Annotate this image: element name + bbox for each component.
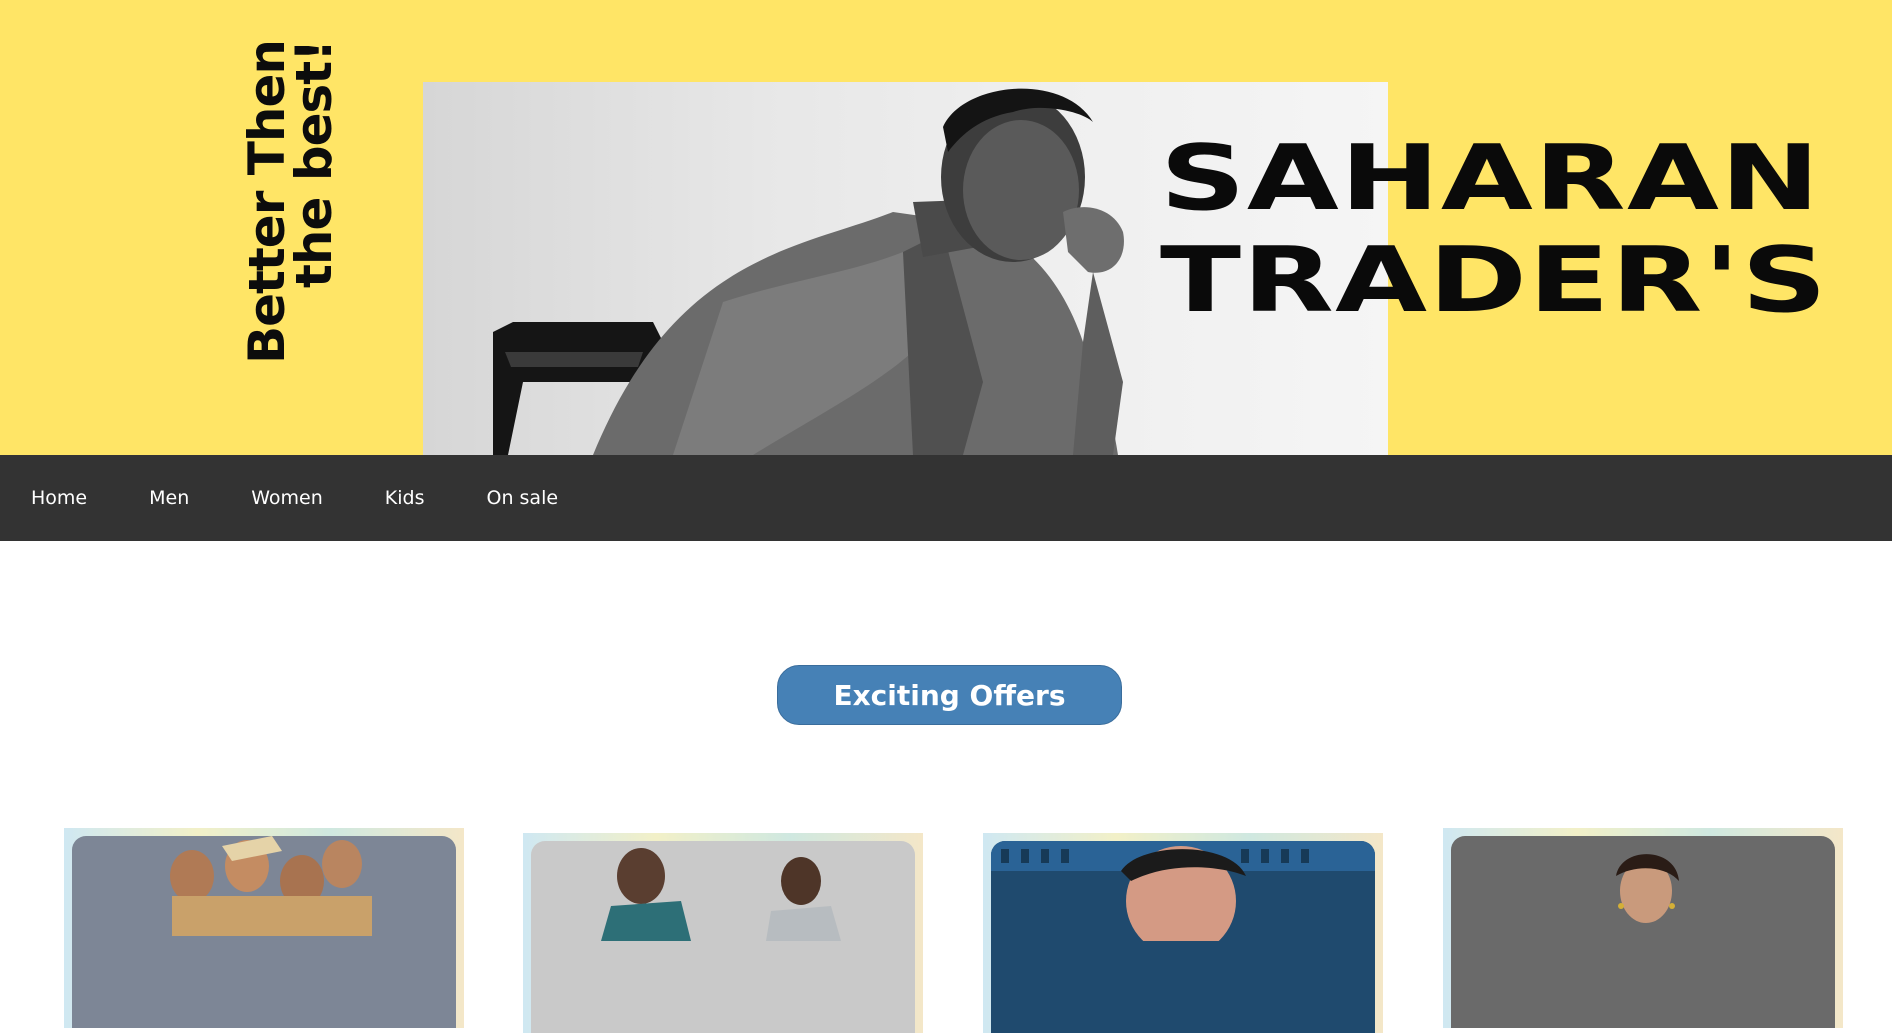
offer-card-3[interactable] [983, 833, 1383, 1033]
offer-card-image [991, 841, 1375, 1033]
brand-line-1: SAHARAN [1160, 126, 1821, 231]
offer-card-2[interactable] [523, 833, 923, 1033]
tagline: Better Then the best! [238, 40, 344, 380]
nav-item-women[interactable]: Women [251, 487, 323, 509]
brand-line-2: TRADER'S [1160, 228, 1829, 333]
hero-banner: Better Then the best! SAHARAN TRADER'S [0, 0, 1892, 455]
tagline-line-1: Better Then [238, 40, 296, 365]
nav-item-on-sale[interactable]: On sale [486, 487, 558, 509]
offer-card-image [72, 836, 456, 1028]
exciting-offers-button[interactable]: Exciting Offers [777, 665, 1122, 725]
nav-item-men[interactable]: Men [149, 487, 189, 509]
offer-card-1[interactable] [64, 828, 464, 1028]
brand-name: SAHARAN TRADER'S [1160, 128, 1892, 332]
tagline-line-2: the best! [285, 40, 343, 288]
offer-card-image [531, 841, 915, 1033]
main-nav: Home Men Women Kids On sale [0, 455, 1892, 541]
nav-item-home[interactable]: Home [31, 487, 87, 509]
nav-item-kids[interactable]: Kids [385, 487, 425, 509]
offer-card-image [1451, 836, 1835, 1028]
offer-card-4[interactable] [1443, 828, 1843, 1028]
